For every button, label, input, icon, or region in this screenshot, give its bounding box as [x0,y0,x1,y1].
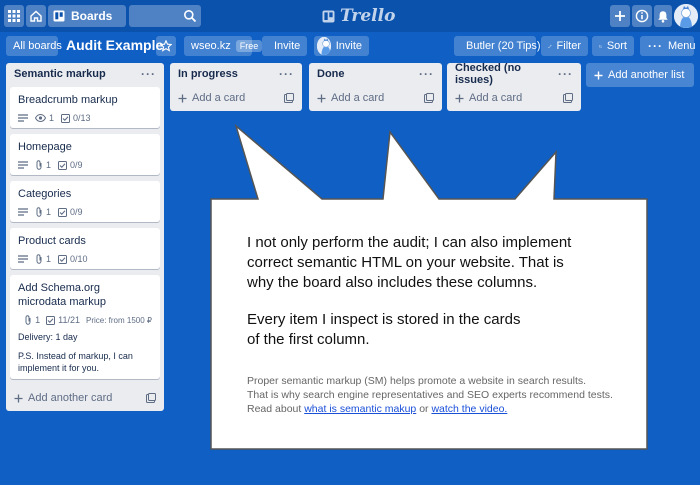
callout-line: correct semantic HTML on your website. T… [247,254,564,271]
semantic-markup-link[interactable]: what is semantic makup [304,403,416,415]
callout-note-line: Proper semantic markup (SM) helps promot… [247,375,587,387]
callout-main-text: I not only perform the audit; I can also… [247,233,647,350]
callout-line: I not only perform the audit; I can also… [247,234,572,251]
callout-note-line: That is why search engine representative… [247,389,613,401]
callout-line: of the first column. [247,331,370,348]
watch-video-link[interactable]: watch the video. [431,403,507,415]
callout-note-prefix: Read about [247,403,302,415]
callout-note-connector: or [419,403,429,415]
callout-line: why the board also includes these column… [247,274,538,291]
callout-content: I not only perform the audit; I can also… [211,199,647,449]
callout-note: Proper semantic markup (SM) helps promot… [247,374,639,416]
callout-line: Every item I inspect is stored in the ca… [247,311,521,328]
